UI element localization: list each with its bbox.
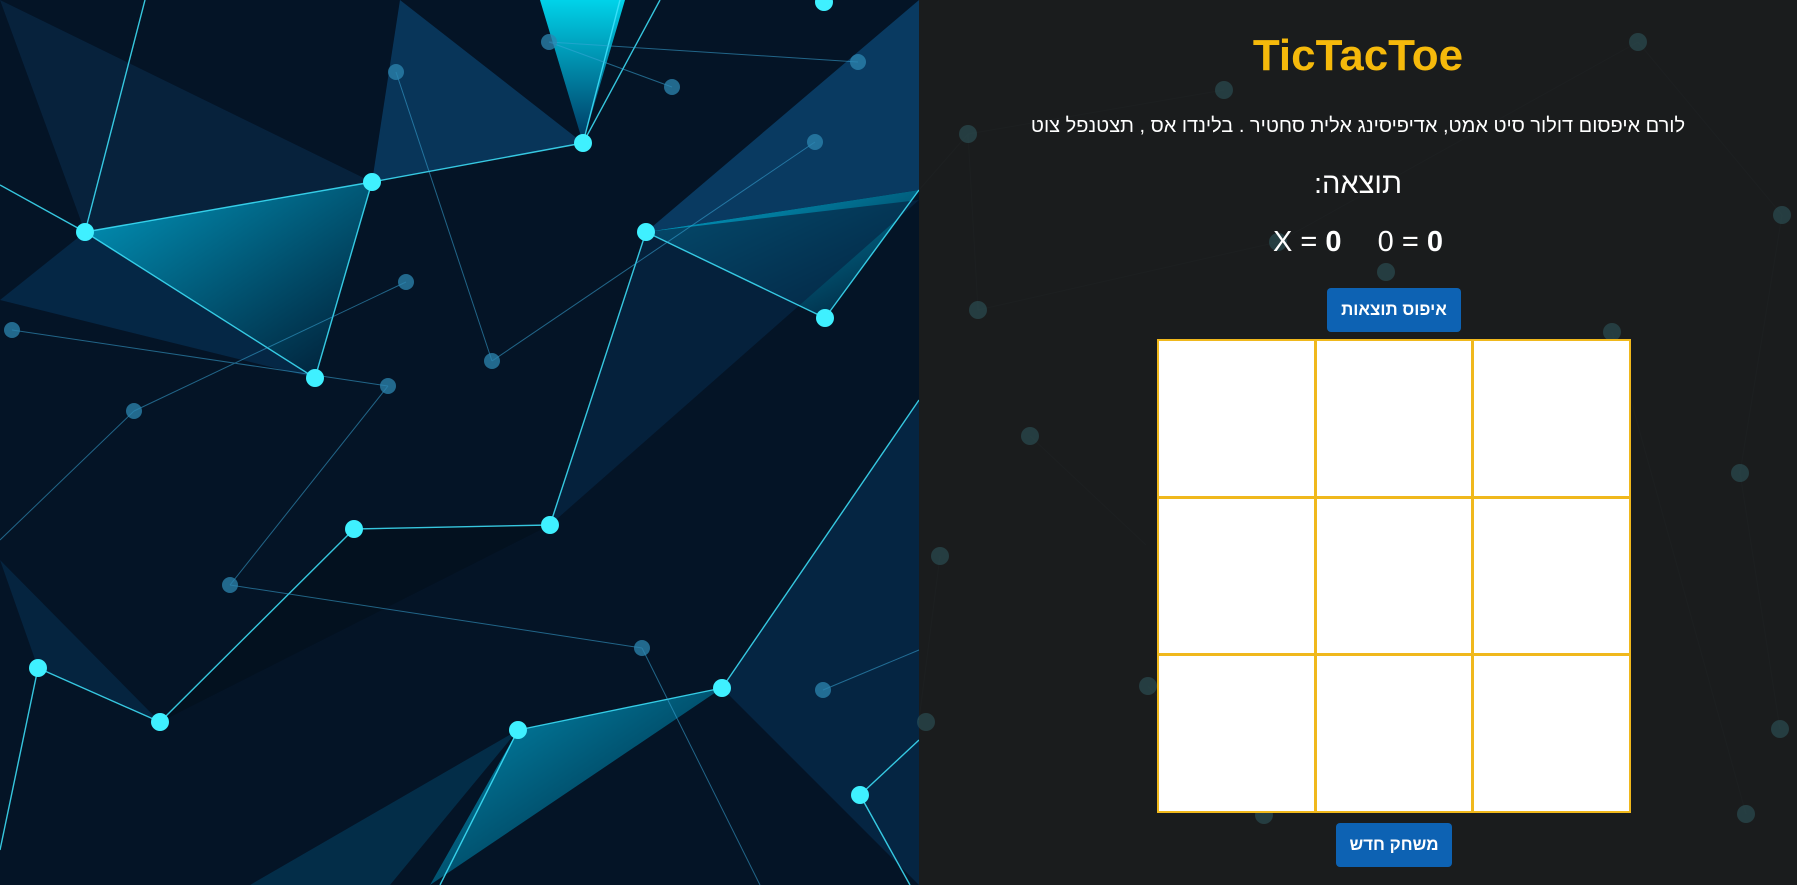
score-o-value: 0 — [1426, 226, 1443, 258]
board-cell[interactable] — [1474, 341, 1629, 496]
description-text: לורם איפסום דולור סיט אמט, אדיפיסינג אלי… — [1030, 115, 1686, 137]
board-cell[interactable] — [1159, 656, 1314, 811]
score-x-value: 0 — [1325, 226, 1342, 258]
game-panel: TicTacToe לורם איפסום דולור סיט אמט, אדי… — [919, 0, 1797, 885]
score-o: 0 = 0 — [1377, 226, 1443, 258]
score-x: X = 0 — [1273, 226, 1342, 258]
reset-scores-button[interactable]: איפוס תוצאות — [1327, 288, 1461, 332]
board-cell[interactable] — [1474, 656, 1629, 811]
scoreboard: X = 0 0 = 0 — [919, 222, 1797, 262]
board-cell[interactable] — [1159, 498, 1314, 654]
new-game-button[interactable]: משחק חדש — [1336, 823, 1452, 867]
score-o-symbol: 0 — [1377, 226, 1394, 258]
page-title: TicTacToe — [1252, 31, 1464, 80]
board-cell[interactable] — [1316, 341, 1472, 496]
board-cell[interactable] — [1316, 656, 1472, 811]
board-cell[interactable] — [1474, 498, 1629, 654]
score-x-symbol: X — [1273, 226, 1293, 258]
board-cell[interactable] — [1159, 341, 1314, 496]
board-cell[interactable] — [1316, 498, 1472, 654]
score-label: תוצאה: — [1313, 168, 1403, 200]
game-board — [1157, 339, 1631, 813]
